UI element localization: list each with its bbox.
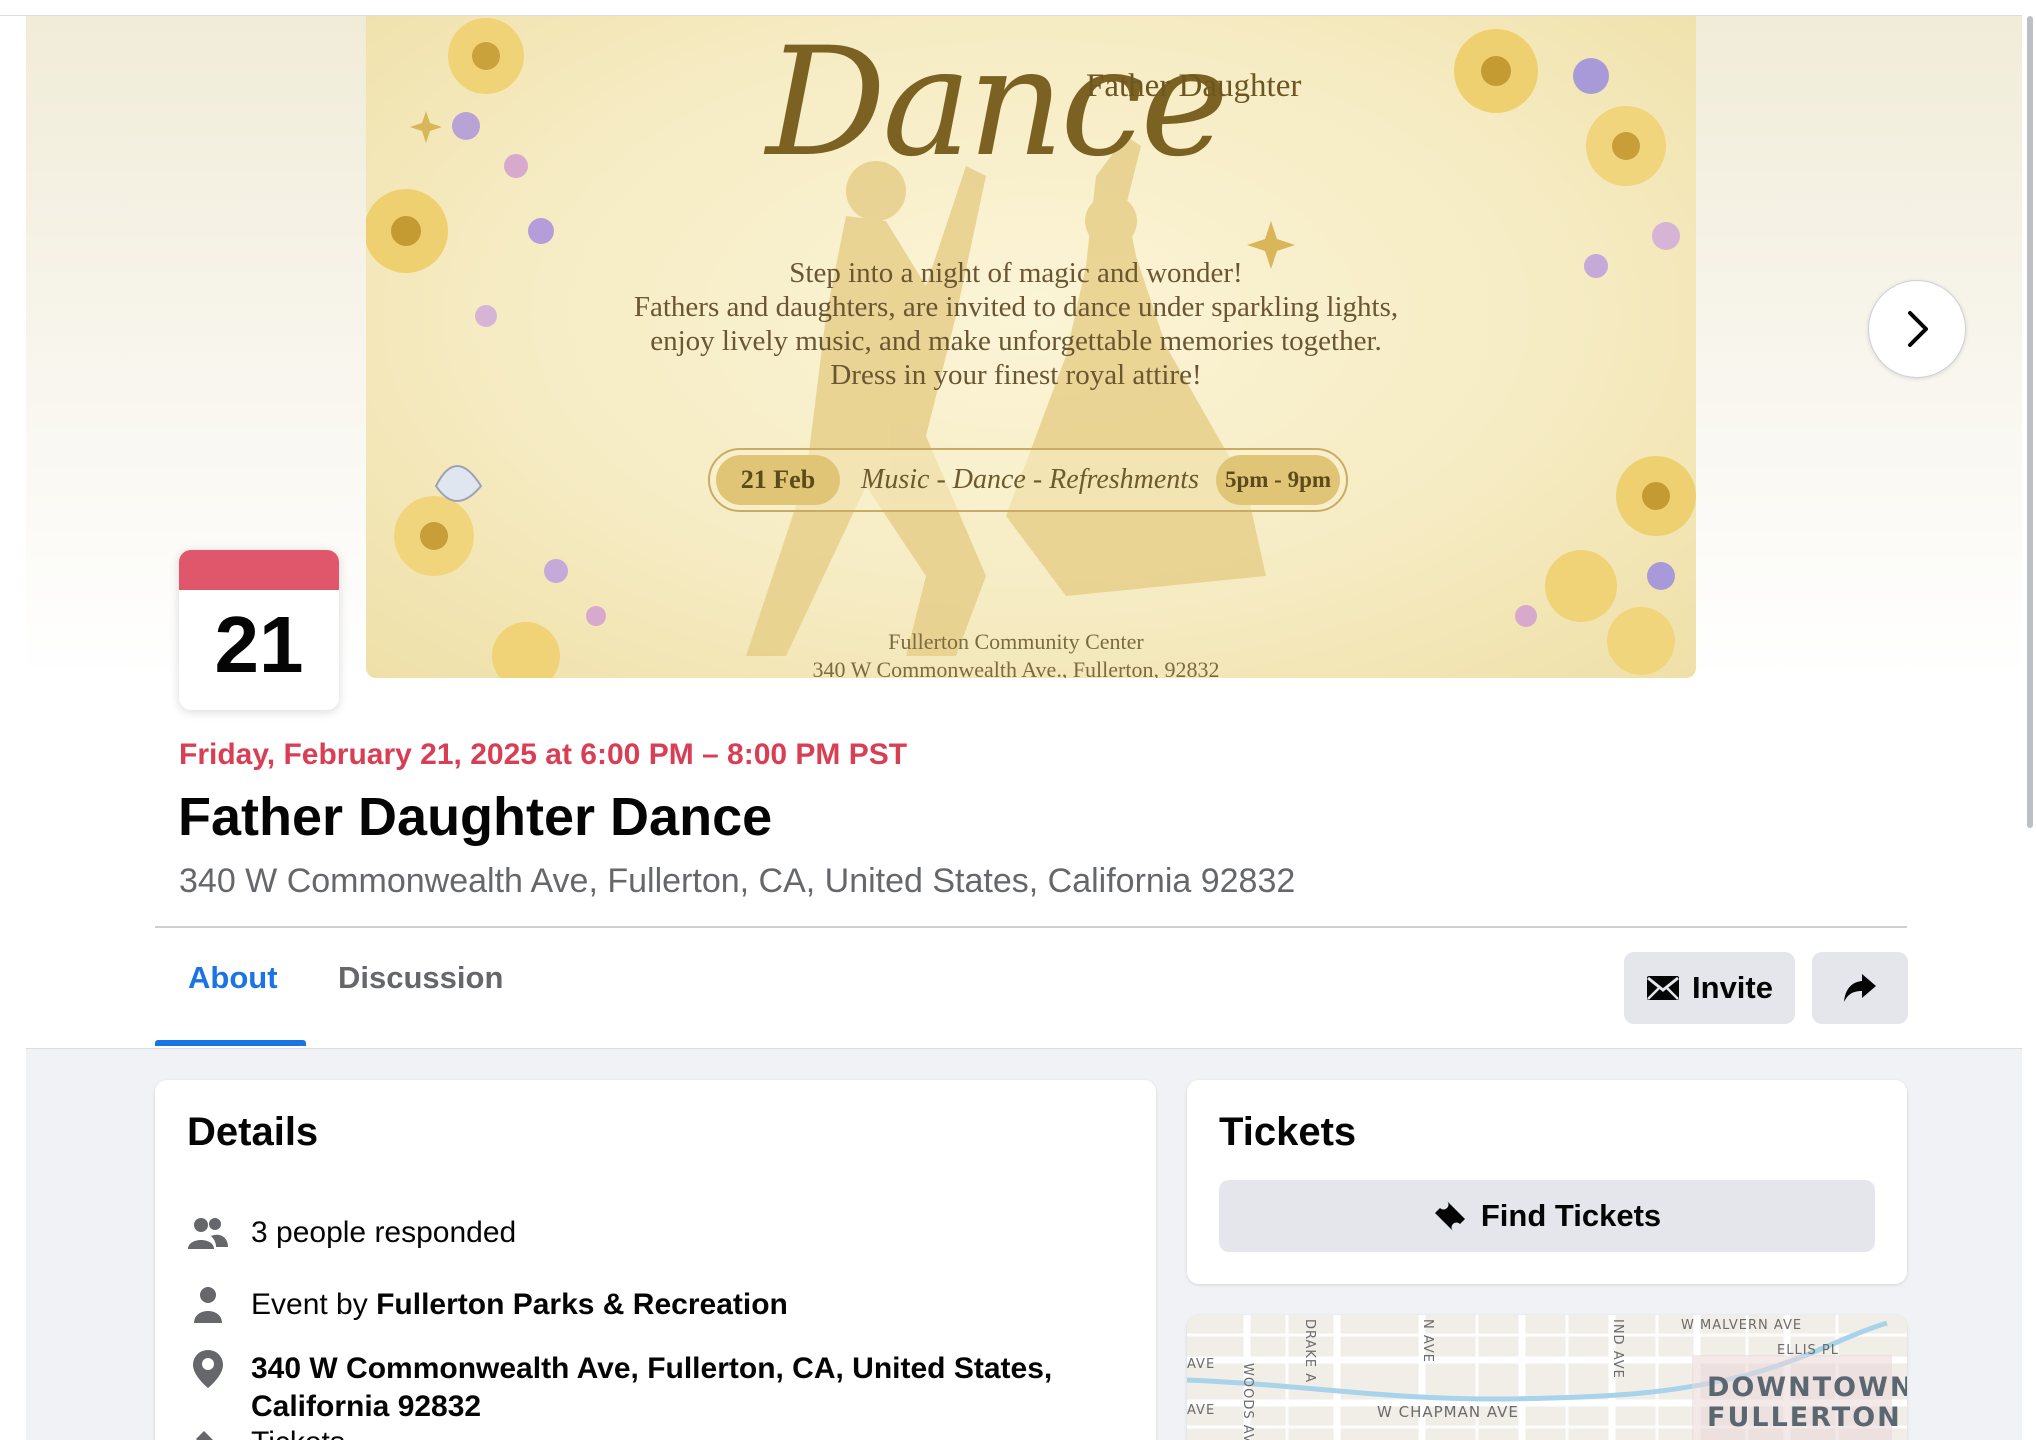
tagline-line: Fathers and daughters, are invited to da… xyxy=(633,291,1399,323)
location-line-1: 340 W Commonwealth Ave, Fullerton, CA, U… xyxy=(251,1352,1053,1385)
tagline-line: Step into a night of magic and wonder! xyxy=(789,257,1243,289)
tickets-title: Tickets xyxy=(1219,1110,1357,1154)
calendar-day: 21 xyxy=(214,600,304,689)
share-button[interactable] xyxy=(1812,952,1908,1024)
header-divider xyxy=(155,926,1907,928)
details-title: Details xyxy=(187,1110,319,1154)
map-street-ind: IND AVE xyxy=(1610,1319,1625,1379)
location-pin-icon xyxy=(187,1350,229,1388)
venue-address: 340 W Commonwealth Ave., Fullerton, 9283… xyxy=(812,657,1220,678)
cover-info-pill: 21 Feb Music - Dance - Refreshments 5pm … xyxy=(708,448,1348,512)
location-map[interactable]: W MALVERN AVE ELLIS PL W CHAPMAN AVE AVE… xyxy=(1187,1315,1907,1440)
organizer-row: Event by Fullerton Parks & Recreation xyxy=(187,1286,788,1324)
invite-button[interactable]: Invite xyxy=(1624,952,1795,1024)
event-date-time: Friday, February 21, 2025 at 6:00 PM – 8… xyxy=(179,738,908,771)
chevron-right-icon xyxy=(1908,311,1928,347)
envelope-icon xyxy=(1647,976,1680,1000)
tagline-line: Dress in your finest royal attire! xyxy=(830,359,1202,391)
tickets-row: Tickets xyxy=(187,1424,345,1440)
map-street-drake: DRAKE A xyxy=(1302,1319,1317,1384)
event-address: 340 W Commonwealth Ave, Fullerton, CA, U… xyxy=(179,862,1296,900)
pill-activities: Music - Dance - Refreshments xyxy=(861,464,1199,495)
tab-discussion[interactable]: Discussion xyxy=(338,960,503,996)
active-tab-indicator xyxy=(155,1040,306,1046)
map-street-ellis: ELLIS PL xyxy=(1777,1343,1839,1358)
location-text[interactable]: 340 W Commonwealth Ave, Fullerton, CA, U… xyxy=(251,1350,1052,1426)
responded-row: 3 people responded xyxy=(187,1214,516,1252)
cover-venue: Fullerton Community Center 340 W Commonw… xyxy=(566,628,1466,678)
find-tickets-button[interactable]: Find Tickets xyxy=(1219,1180,1875,1252)
calendar-header xyxy=(179,550,339,590)
organizer-link[interactable]: Fullerton Parks & Recreation xyxy=(376,1288,788,1321)
tickets-card: Tickets Find Tickets xyxy=(1187,1080,1907,1284)
event-cover-image: Dance Father Daughter Step into a night … xyxy=(366,16,1696,678)
share-arrow-icon xyxy=(1844,974,1876,1002)
person-icon xyxy=(187,1286,229,1324)
map-street-woods: WOODS AV xyxy=(1240,1363,1255,1440)
calendar-date-badge: 21 xyxy=(179,550,339,710)
tagline-line: enjoy lively music, and make unforgettab… xyxy=(650,325,1382,357)
ticket-icon xyxy=(1434,1201,1465,1231)
details-card: Details 3 people responded Event by Full… xyxy=(155,1080,1156,1440)
map-street-ave-a: AVE xyxy=(1187,1357,1216,1372)
tickets-row-label: Tickets xyxy=(251,1424,345,1440)
event-title: Father Daughter Dance xyxy=(178,787,773,847)
pill-date: 21 Feb xyxy=(716,455,840,505)
map-district-line-2: FULLERTON xyxy=(1707,1402,1902,1433)
cover-father-daughter: Father Daughter xyxy=(1086,68,1302,104)
map-street-chapman: W CHAPMAN AVE xyxy=(1377,1403,1519,1421)
organizer-text: Event by Fullerton Parks & Recreation xyxy=(251,1286,788,1324)
map-street-ave-b: AVE xyxy=(1187,1403,1216,1418)
location-row: 340 W Commonwealth Ave, Fullerton, CA, U… xyxy=(187,1350,1052,1426)
next-photo-button[interactable] xyxy=(1868,280,1966,378)
event-by-prefix: Event by xyxy=(251,1288,377,1321)
find-tickets-label: Find Tickets xyxy=(1480,1198,1662,1233)
map-district-label: DOWNTOWN FULLERTON xyxy=(1707,1373,1907,1433)
pill-time: 5pm - 9pm xyxy=(1216,455,1340,505)
location-line-2: California 92832 xyxy=(251,1390,482,1423)
scrollbar-thumb[interactable] xyxy=(2027,16,2033,828)
people-icon xyxy=(187,1214,229,1252)
map-street-malvern: W MALVERN AVE xyxy=(1681,1318,1803,1333)
invite-label: Invite xyxy=(1692,970,1773,1005)
map-district-line-1: DOWNTOWN xyxy=(1707,1372,1907,1403)
map-street-n-ave: N AVE xyxy=(1420,1319,1435,1364)
browser-top-strip xyxy=(0,0,2036,16)
venue-name: Fullerton Community Center xyxy=(888,629,1144,654)
tab-about[interactable]: About xyxy=(188,960,278,996)
cover-tagline: Step into a night of magic and wonder! F… xyxy=(566,256,1466,392)
scrollbar[interactable] xyxy=(2022,0,2036,1440)
responded-text: 3 people responded xyxy=(251,1216,517,1249)
ticket-icon xyxy=(187,1424,229,1440)
